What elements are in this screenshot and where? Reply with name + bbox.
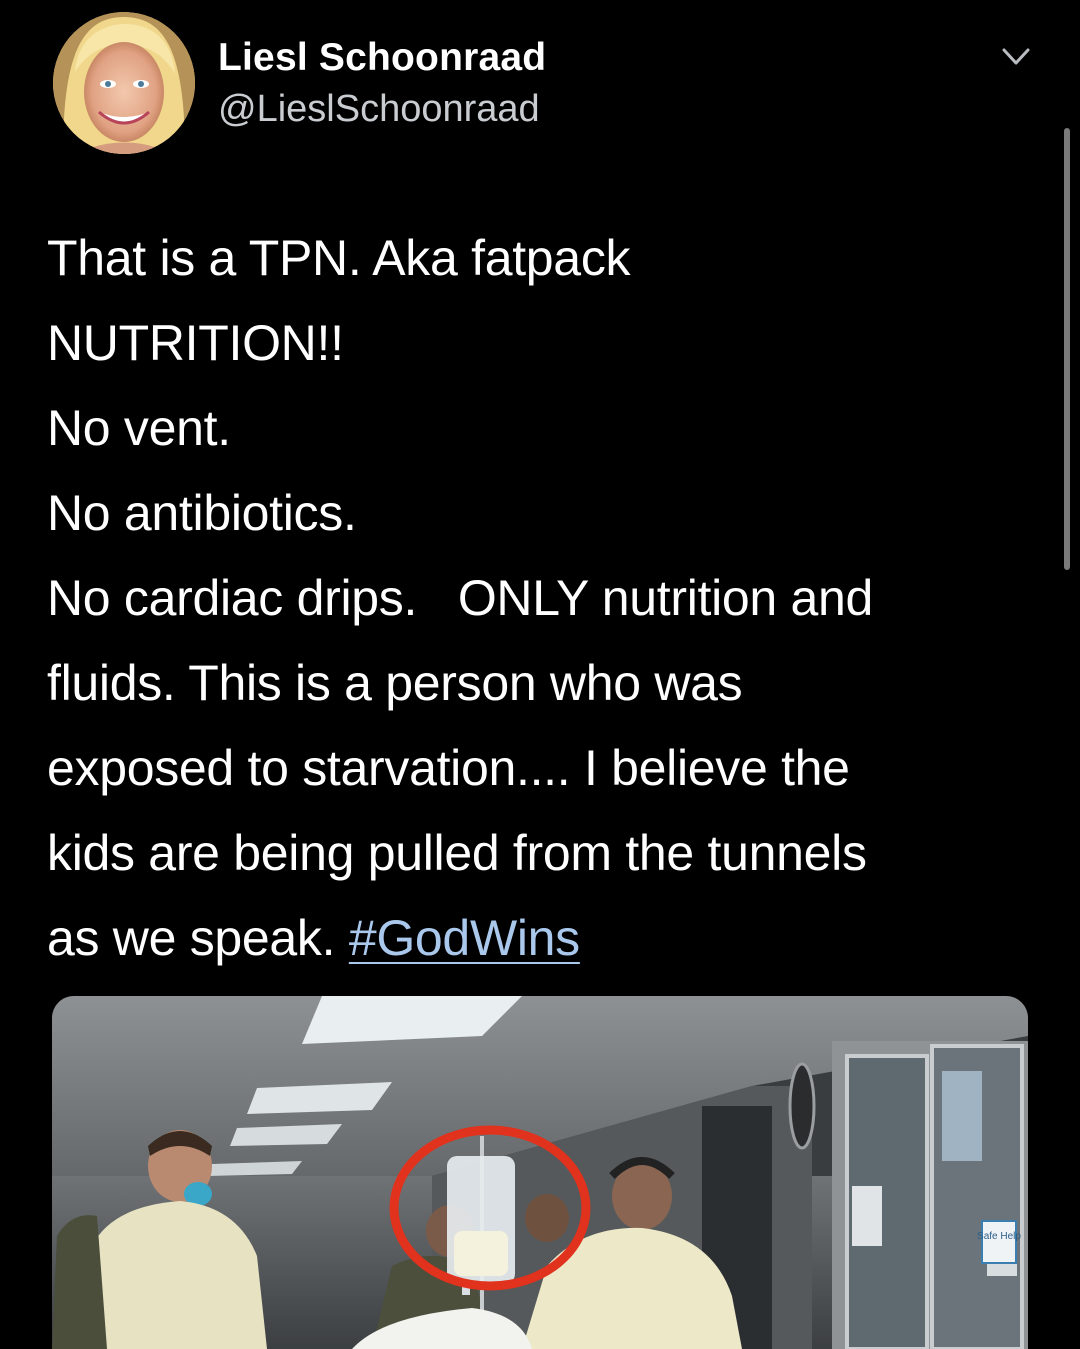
tweet-text: That is a TPN. Aka fatpack NUTRITION!! N…	[47, 216, 1047, 981]
tweet-media-photo[interactable]: Safe Help	[52, 996, 1028, 1349]
tweet-text-line-end: as we speak.	[47, 910, 349, 966]
safe-sign-text: Safe Help	[977, 1231, 1021, 1242]
author-handle[interactable]: @LieslSchoonraad	[218, 88, 540, 131]
tweet-text-last-line: as we speak. #GodWins	[47, 896, 1047, 981]
tweet-text-line: NUTRITION!!	[47, 315, 344, 371]
tweet-text-line: kids are being pulled from the tunnels	[47, 825, 867, 881]
author-name[interactable]: Liesl Schoonraad	[218, 36, 546, 80]
hashtag-link[interactable]: #GodWins	[349, 910, 580, 966]
tweet-text-line: fluids. This is a person who was	[47, 655, 743, 711]
tweet-text-line: No vent.	[47, 400, 231, 456]
chevron-down-icon[interactable]	[1000, 44, 1032, 70]
tweet-text-line: That is a TPN. Aka fatpack	[47, 230, 631, 286]
scrollbar[interactable]	[1064, 128, 1070, 570]
tweet-text-line: exposed to starvation.... I believe the	[47, 740, 850, 796]
avatar[interactable]	[53, 12, 195, 154]
tweet-text-line: No cardiac drips. ONLY nutrition and	[47, 570, 874, 626]
tweet-text-line: No antibiotics.	[47, 485, 357, 541]
safe-sign-label: Safe Help	[977, 1231, 1021, 1242]
